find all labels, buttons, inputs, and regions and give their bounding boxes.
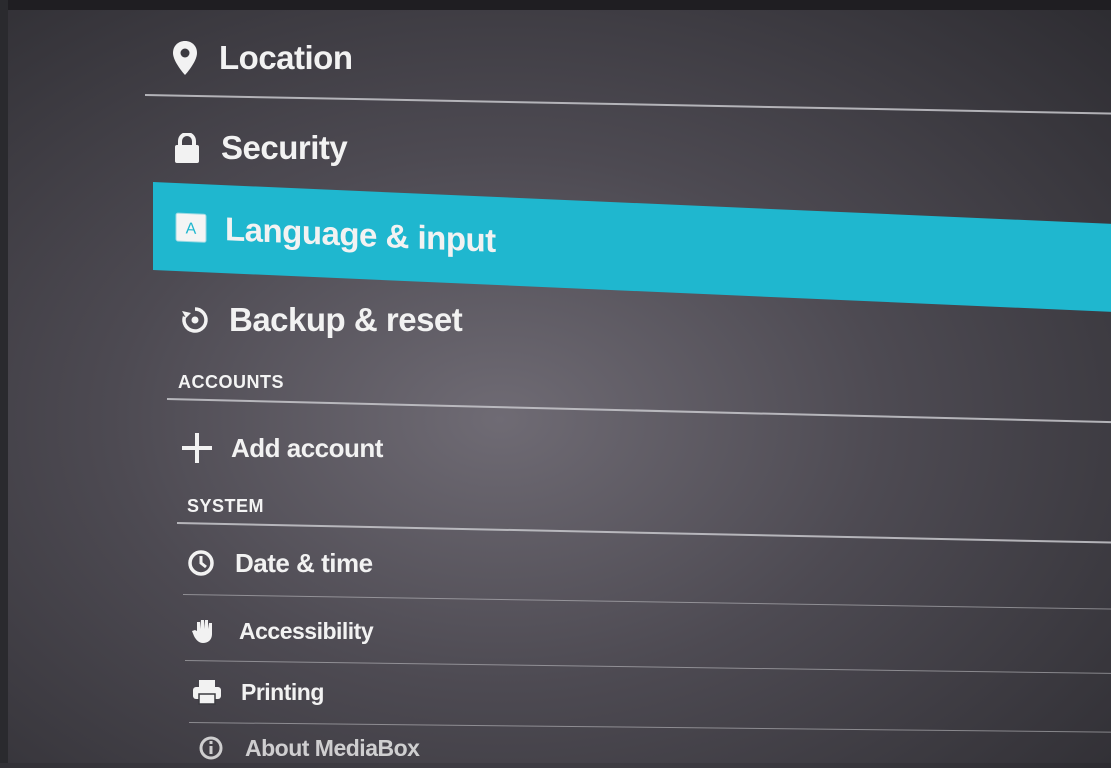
plus-icon [177,431,217,465]
settings-item-label: Security [221,129,348,166]
settings-item-add-account[interactable]: Add account [145,420,1111,476]
settings-item-label: Language & input [225,210,496,259]
settings-item-security[interactable]: Security [145,118,1111,178]
divider [144,94,1111,115]
settings-item-label: Accessibility [239,617,374,644]
section-header-system: SYSTEM [187,496,265,516]
settings-item-backup-reset[interactable]: Backup & reset [145,292,1111,348]
settings-item-label: Location [219,39,353,76]
settings-item-accessibility[interactable]: Accessibility [145,604,1111,658]
settings-item-printing[interactable]: Printing [145,666,1111,718]
clock-icon [181,549,221,577]
settings-item-label: Printing [241,678,324,705]
lock-icon [167,133,207,163]
keyboard-a-icon: A [171,212,211,244]
screen-bezel-top [0,0,1111,10]
settings-item-location[interactable]: Location [145,28,1111,88]
screen-bezel-left [0,0,8,763]
info-icon [191,735,231,761]
settings-item-label: Add account [231,432,383,463]
settings-item-date-time[interactable]: Date & time [145,536,1111,590]
settings-item-label: Date & time [235,547,373,578]
settings-item-label: About MediaBox [245,734,420,761]
hand-icon [185,617,225,645]
svg-text:A: A [186,220,197,237]
printer-icon [187,679,227,705]
settings-item-label: Backup & reset [229,301,463,338]
location-pin-icon [165,41,205,75]
backup-reset-icon [175,305,215,335]
settings-item-about[interactable]: About MediaBox [145,728,1111,768]
settings-list: Location Security A Language & input Bac… [144,10,1111,763]
section-header-accounts: ACCOUNTS [178,372,284,392]
